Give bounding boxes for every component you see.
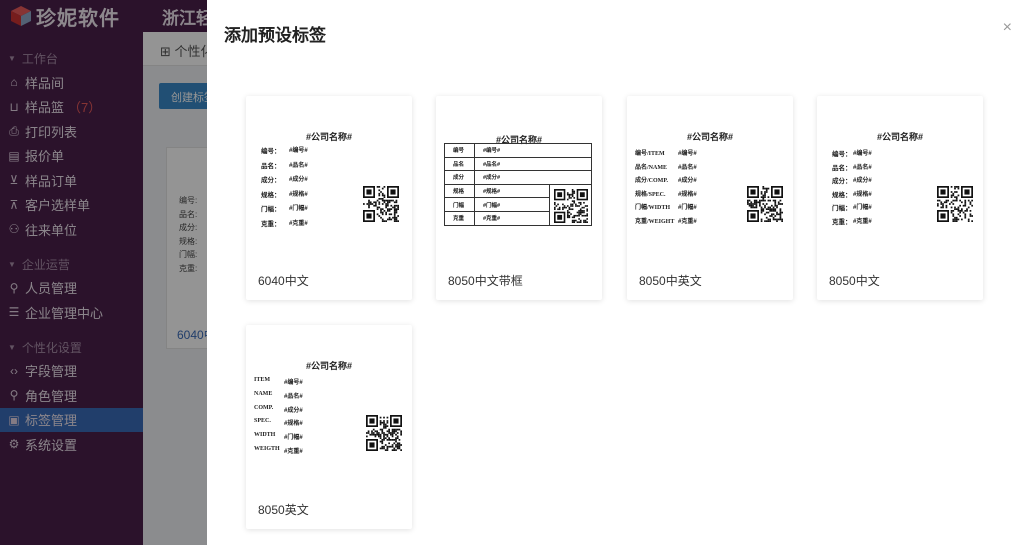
modal-overlay[interactable] xyxy=(0,0,207,545)
field-label: 规格： xyxy=(261,191,281,199)
field-label: 成分 xyxy=(444,170,475,185)
qr-code-icon xyxy=(937,186,973,222)
template-name: 8050中文 xyxy=(829,274,880,288)
field-placeholder: #编号# xyxy=(284,380,303,386)
field-placeholder: #成分# xyxy=(853,178,872,184)
field-placeholder: #成分# xyxy=(284,407,303,414)
field-label: 成分： xyxy=(832,178,852,185)
field-label: 编号 xyxy=(444,143,475,158)
add-preset-label-dialog: 添加预设标签 × #公司名称# 编号： #编号# 品名： #品名# 成分： #成分# 规格： #… xyxy=(207,0,1024,545)
field-label: 门幅 xyxy=(444,197,475,212)
field-label: 成分： xyxy=(261,177,281,184)
template-name: 8050中英文 xyxy=(639,274,702,288)
field-label: WIDTH xyxy=(254,432,276,439)
field-placeholder: #品名# xyxy=(474,156,592,172)
field-label: 规格/SPEC. xyxy=(635,191,666,198)
template-name: 8050英文 xyxy=(258,503,309,517)
field-placeholder: #门幅# xyxy=(474,197,550,212)
field-placeholder: #规格# xyxy=(678,191,697,198)
field-placeholder: #规格# xyxy=(289,191,308,198)
company-name-placeholder: #公司名称# xyxy=(686,132,733,142)
field-label: 规格： xyxy=(832,191,852,199)
field-placeholder: #编号# xyxy=(289,148,308,154)
field-placeholder: #克重# xyxy=(289,220,308,227)
field-placeholder: #成分# xyxy=(474,170,592,185)
template-card-2[interactable]: #公司名称# 编号/ITEM #编号# 品名/NAME #品名# 成分/COMP. #成分#… xyxy=(627,96,793,300)
field-placeholder: #品名# xyxy=(289,162,308,169)
field-label: ITEM xyxy=(254,377,271,383)
field-label: 门幅： xyxy=(261,206,281,213)
qr-code-icon xyxy=(366,415,402,451)
field-label: 编号： xyxy=(832,151,852,158)
field-placeholder: #品名# xyxy=(284,393,303,400)
field-label: 规格 xyxy=(444,183,475,199)
field-placeholder: #成分# xyxy=(289,177,308,183)
framed-field-table: 编号 #编号# 品名 #品名# 成分 #成分# 规格 #规格# 门幅 #门幅# 克重 #克重# xyxy=(444,143,592,226)
dialog-title: 添加预设标签 xyxy=(224,26,326,45)
template-name: 8050中文带框 xyxy=(448,274,523,288)
field-placeholder: #品名# xyxy=(853,164,872,171)
field-placeholder: #规格# xyxy=(853,191,872,198)
field-placeholder: #规格# xyxy=(284,421,303,428)
template-name: 6040中文 xyxy=(258,274,309,288)
field-placeholder: #编号# xyxy=(474,143,592,158)
field-placeholder: #规格# xyxy=(474,183,550,199)
qr-code-icon xyxy=(747,186,783,222)
field-label: 编号/ITEM xyxy=(635,151,665,157)
template-card-0[interactable]: #公司名称# 编号： #编号# 品名： #品名# 成分： #成分# 规格： #规格# 门幅： #门幅… xyxy=(246,96,412,300)
field-placeholder: #编号# xyxy=(853,151,872,157)
field-placeholder: #成分# xyxy=(678,178,697,184)
field-label: SPEC. xyxy=(254,418,271,425)
qr-code-icon xyxy=(363,186,399,222)
field-label: 品名 xyxy=(444,156,475,172)
field-placeholder: #克重# xyxy=(678,218,697,225)
field-label: 品名： xyxy=(832,164,852,172)
field-placeholder: #克重# xyxy=(853,218,872,225)
field-placeholder: #克重# xyxy=(284,449,303,455)
template-card-3[interactable]: #公司名称# 编号： #编号# 品名： #品名# 成分： #成分# 规格： #规格# 门幅： #门幅… xyxy=(817,96,983,300)
field-placeholder: #品名# xyxy=(678,164,697,171)
qr-cell xyxy=(549,183,592,226)
field-placeholder: #门幅# xyxy=(853,205,872,211)
company-name-placeholder: #公司名称# xyxy=(876,132,923,142)
field-label: 克重： xyxy=(261,220,281,228)
qr-code-icon xyxy=(554,188,588,223)
label-preview: #公司名称# 编号 #编号# 品名 #品名# 成分 #成分# 规格 #规格# 门幅 #门幅# 克重 #克… xyxy=(436,96,602,256)
label-preview: #公司名称# 编号： #编号# 品名： #品名# 成分： #成分# 规格： #规格# 门幅： #门幅… xyxy=(817,96,983,256)
field-label: COMP. xyxy=(254,404,274,411)
field-placeholder: #门幅# xyxy=(289,206,308,212)
field-label: 克重 xyxy=(444,210,475,226)
field-placeholder: #编号# xyxy=(678,151,697,157)
field-placeholder: #门幅# xyxy=(678,205,697,211)
field-label: 品名： xyxy=(261,162,281,170)
field-label: 成分/COMP. xyxy=(635,178,668,184)
label-preview: #公司名称# 编号： #编号# 品名： #品名# 成分： #成分# 规格： #规格# 门幅： #门幅… xyxy=(246,96,412,256)
label-preview: #公司名称# 编号/ITEM #编号# 品名/NAME #品名# 成分/COMP. #成分#… xyxy=(627,96,793,256)
field-label: 门幅/WIDTH xyxy=(635,205,671,211)
label-preview: #公司名称# ITEM #编号# NAME #品名# COMP. #成分# SPEC. #规格#… xyxy=(246,325,412,485)
close-icon[interactable]: × xyxy=(1003,20,1012,36)
field-label: 编号： xyxy=(261,148,281,155)
template-card-4[interactable]: #公司名称# ITEM #编号# NAME #品名# COMP. #成分# SPEC. #规格#… xyxy=(246,325,412,529)
field-label: 克重/WEIGHT xyxy=(635,218,675,225)
field-label: 门幅： xyxy=(832,205,852,212)
field-placeholder: #门幅# xyxy=(284,435,303,442)
field-label: WEIGTH xyxy=(254,446,280,452)
template-card-1[interactable]: #公司名称# 编号 #编号# 品名 #品名# 成分 #成分# 规格 #规格# 门幅 #门幅# 克重 #克… xyxy=(436,96,602,300)
field-placeholder: #克重# xyxy=(474,210,550,226)
company-name-placeholder: #公司名称# xyxy=(305,132,352,142)
field-label: NAME xyxy=(254,390,273,397)
field-label: 品名/NAME xyxy=(635,164,667,171)
field-label: 克重： xyxy=(832,218,852,226)
company-name-placeholder: #公司名称# xyxy=(305,361,352,371)
